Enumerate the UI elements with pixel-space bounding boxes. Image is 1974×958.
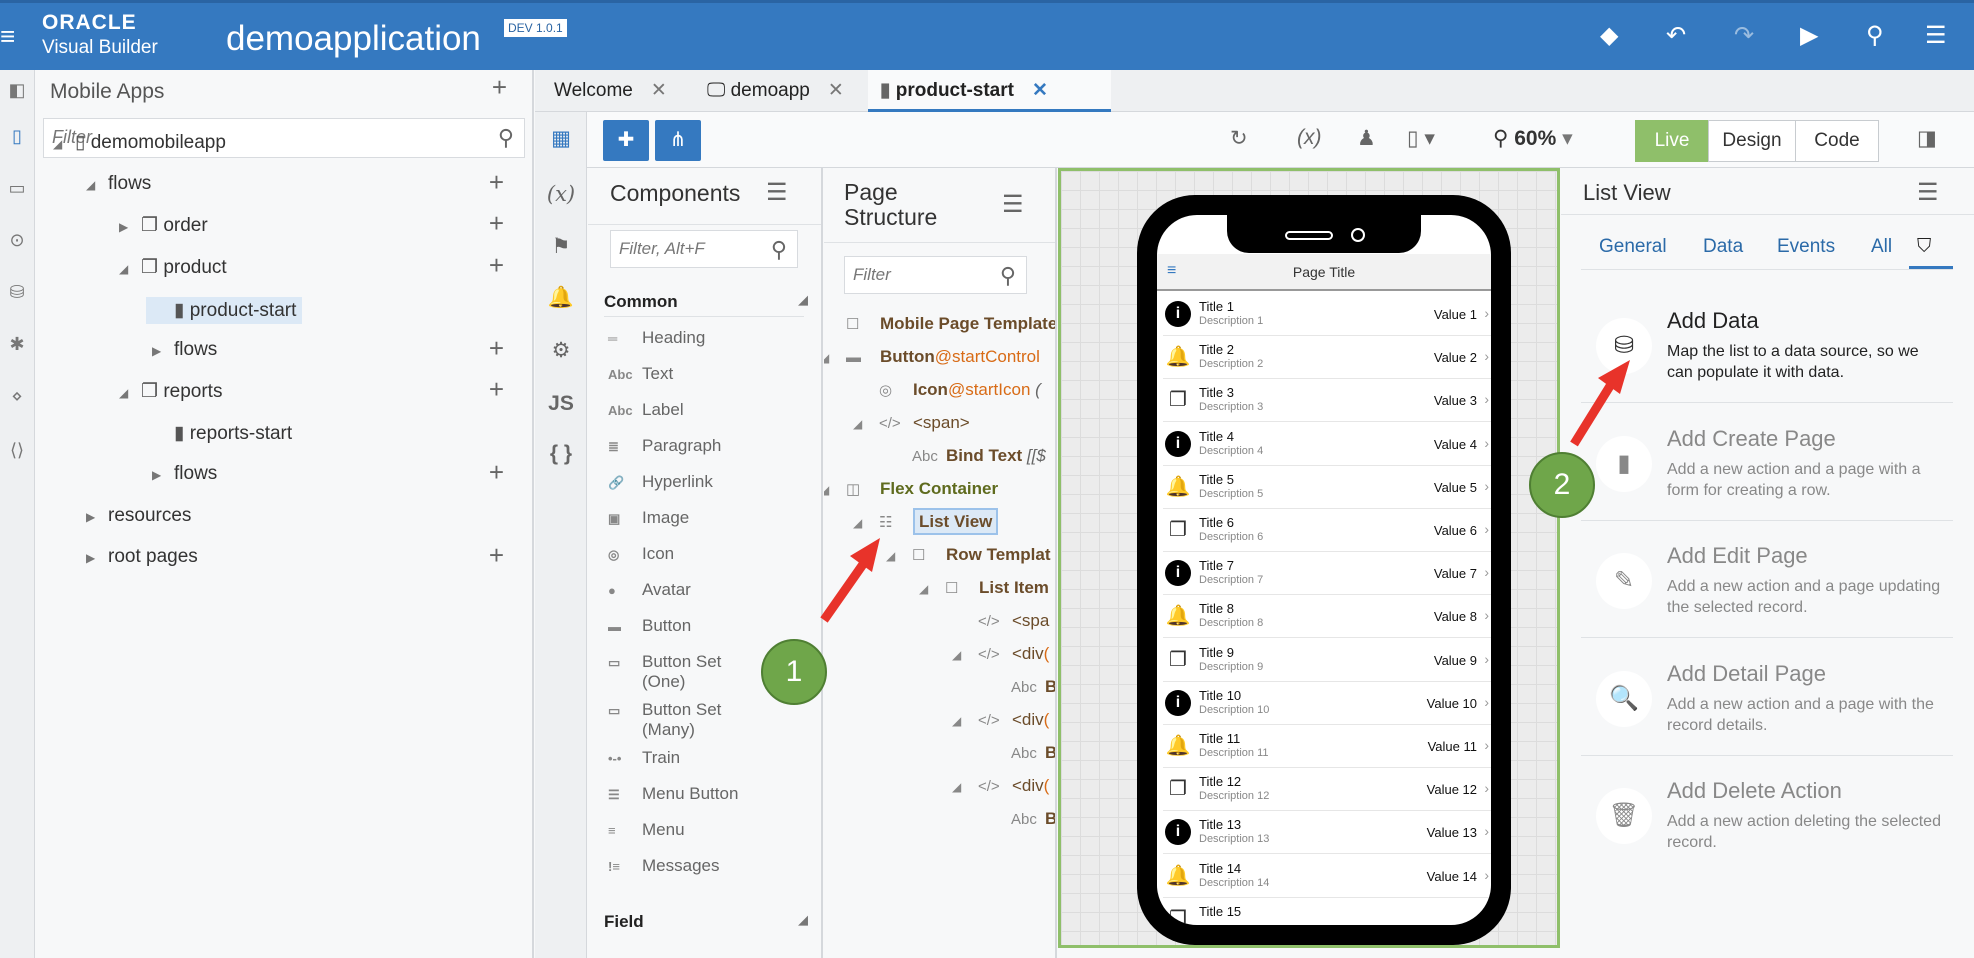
step-badge-1: 1 [761,639,827,705]
arrow-1 [820,538,880,623]
annotation-arrows [820,360,1630,623]
step-badge-2: 2 [1529,452,1595,518]
arrow-2 [1570,360,1630,447]
